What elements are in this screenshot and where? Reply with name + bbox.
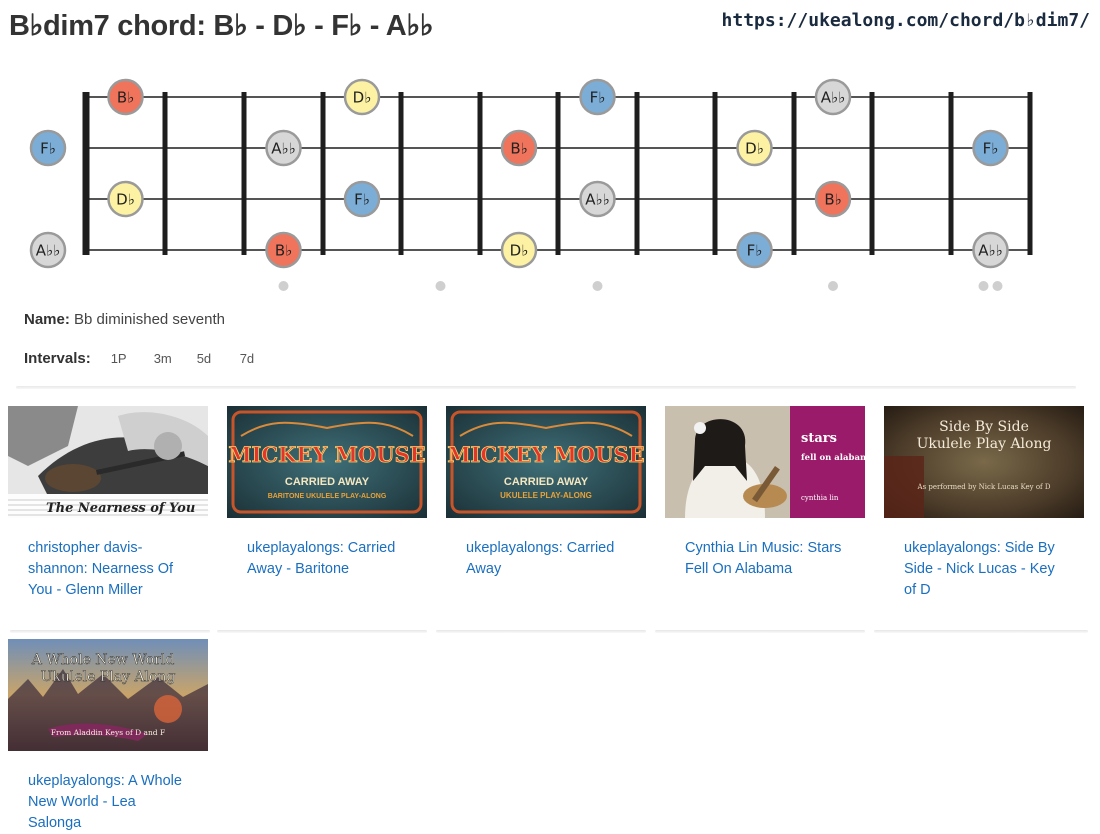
- note-label: D♭: [116, 191, 135, 209]
- video-link[interactable]: ukeplayalongs: A Whole New World - Lea S…: [28, 771, 188, 834]
- thumbnail-subtitle: UKULELE PLAY-ALONG: [500, 491, 592, 500]
- intervals-row: Intervals: 1P 3m 5d 7d: [24, 350, 269, 367]
- video-thumbnail[interactable]: Side By Side Ukulele Play Along As perfo…: [884, 406, 1084, 518]
- video-link[interactable]: ukeplayalongs: Carried Away - Baritone: [247, 538, 407, 580]
- note-label: F♭: [354, 191, 370, 209]
- note-label: A♭♭: [585, 191, 609, 209]
- chord-name-value: Bb diminished seventh: [74, 311, 225, 328]
- video-thumbnail[interactable]: MICKEY MOUSE CARRIED AWAY BARITONE UKULE…: [227, 406, 427, 518]
- note-label: A♭♭: [36, 242, 60, 260]
- inlay-dot: [592, 281, 603, 291]
- thumbnail-caption: Side By Side: [939, 419, 1029, 435]
- thumbnail-caption: stars: [801, 431, 837, 446]
- note-label: A♭♭: [821, 89, 845, 107]
- section-divider: [16, 386, 1076, 389]
- video-thumbnail[interactable]: MICKEY MOUSE CARRIED AWAY UKULELE PLAY-A…: [446, 406, 646, 518]
- thumbnail-subtitle: From Aladdin Keys of D and F: [51, 728, 165, 737]
- video-link[interactable]: ukeplayalongs: Carried Away: [466, 538, 626, 580]
- intervals-label: Intervals:: [24, 350, 91, 367]
- thumbnail-subtitle: CARRIED AWAY: [285, 476, 370, 488]
- interval-item: 3m: [153, 351, 172, 366]
- thumbnail-subtitle: Ukulele Play Along: [41, 669, 176, 685]
- note-label: A♭♭: [271, 140, 295, 158]
- inlay-dot: [978, 281, 989, 291]
- video-link[interactable]: Cynthia Lin Music: Stars Fell On Alabama: [685, 538, 845, 580]
- interval-item: 7d: [239, 351, 255, 366]
- thumbnail-caption: A Whole New World: [31, 652, 175, 668]
- thumbnail-caption: The Nearness of You: [46, 501, 195, 516]
- inlay-dot: [828, 281, 838, 291]
- interval-item: 5d: [196, 351, 212, 366]
- card-shadow: [10, 630, 210, 633]
- note-label: D♭: [745, 140, 764, 158]
- page-url[interactable]: https://ukealong.com/chord/b♭dim7/: [722, 10, 1090, 31]
- card-shadow: [655, 630, 865, 633]
- note-label: A♭♭: [978, 242, 1002, 260]
- note-label: D♭: [353, 89, 372, 107]
- inlay-dot: [435, 281, 446, 291]
- thumbnail-caption: MICKEY MOUSE: [447, 442, 644, 467]
- thumbnail-subtitle: BARITONE UKULELE PLAY-ALONG: [268, 493, 387, 500]
- note-label: B♭: [824, 191, 841, 209]
- note-label: F♭: [40, 140, 56, 158]
- video-thumbnail[interactable]: A Whole New World Ukulele Play Along Fro…: [8, 639, 208, 751]
- video-link[interactable]: ukeplayalongs: Side By Side - Nick Lucas…: [904, 538, 1064, 601]
- card-shadow: [217, 630, 427, 633]
- thumbnail-subtitle: cynthia lin: [801, 494, 839, 502]
- fretboard-diagram: F♭ A♭♭ B♭ D♭ F♭ B♭ D♭ F♭ A♭♭ D♭ F♭ A♭♭ B♭ A♭♭ B♭ D♭ F♭ A♭…: [29, 78, 1033, 291]
- thumbnail-caption: MICKEY MOUSE: [228, 442, 425, 467]
- card-shadow: [436, 630, 646, 633]
- chord-name-label: Name:: [24, 311, 70, 328]
- note-label: D♭: [510, 242, 529, 260]
- note-label: B♭: [275, 242, 292, 260]
- note-label: F♭: [747, 242, 763, 260]
- thumbnail-subtitle: As performed by Nick Lucas Key of D: [917, 483, 1051, 491]
- video-link[interactable]: christopher davis-shannon: Nearness Of Y…: [28, 538, 188, 601]
- page-title: B♭dim7 chord: B♭ - D♭ - F♭ - A♭♭: [9, 10, 434, 42]
- card-shadow: [874, 630, 1088, 633]
- inlay-dot: [992, 281, 1003, 291]
- note-label: F♭: [590, 89, 606, 107]
- interval-item: 1P: [110, 351, 127, 366]
- video-thumbnail[interactable]: The Nearness of You: [8, 406, 208, 518]
- thumbnail-subtitle: CARRIED AWAY: [504, 476, 589, 488]
- note-label: B♭: [510, 140, 527, 158]
- thumbnail-subtitle: Ukulele Play Along: [917, 436, 1052, 452]
- chord-name-row: Name: Bb diminished seventh: [24, 311, 225, 328]
- note-label: F♭: [983, 140, 999, 158]
- inlay-dot: [278, 281, 289, 291]
- video-thumbnail[interactable]: stars fell on alabama cynthia lin: [665, 406, 865, 518]
- note-label: B♭: [117, 89, 134, 107]
- thumbnail-subtitle: fell on alabama: [801, 453, 865, 463]
